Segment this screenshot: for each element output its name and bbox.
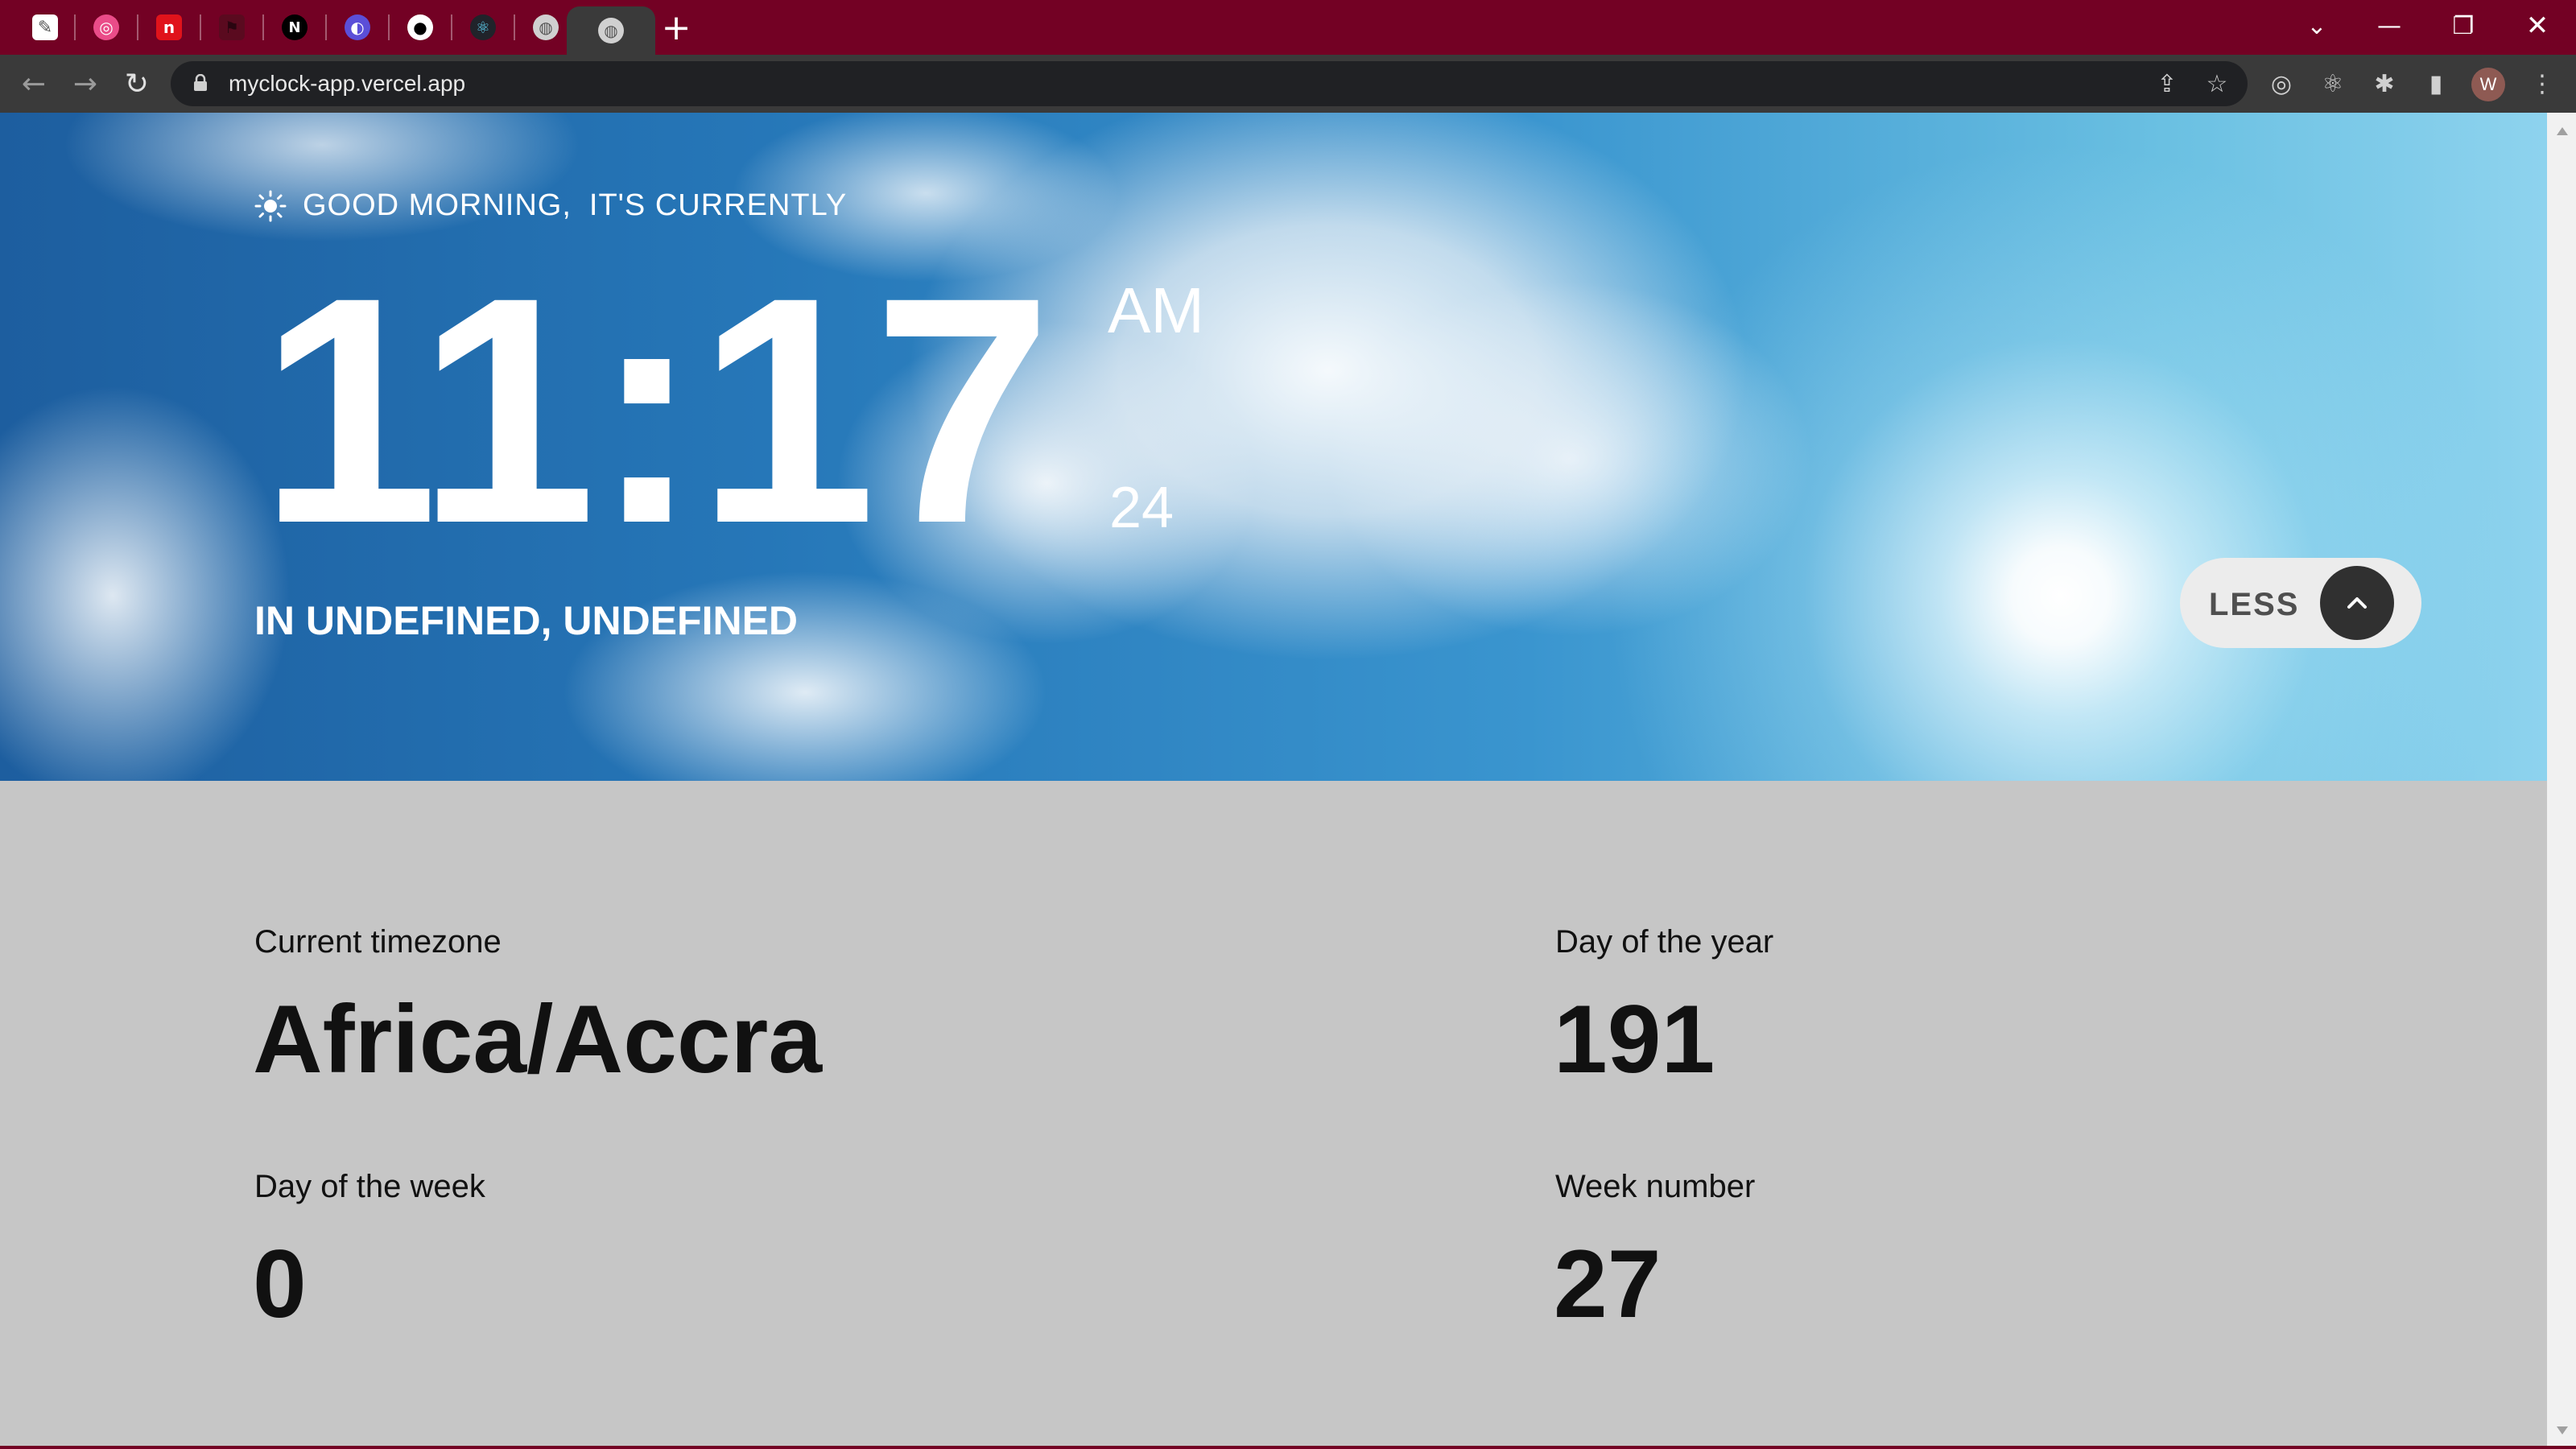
back-arrow-icon: ← (21, 67, 47, 101)
seconds: 24 (1109, 476, 1174, 540)
tab-note[interactable]: ✎ (24, 8, 66, 47)
timezone-value: Africa/Accra (253, 985, 823, 1093)
extension-react-icon[interactable]: ⚛ (2315, 66, 2351, 101)
address-bar[interactable]: myclock-app.vercel.app ⇪ ☆ (171, 61, 2248, 106)
reload-icon: ↻ (124, 67, 150, 101)
less-label: LESS (2209, 587, 2300, 622)
less-button[interactable]: LESS (2180, 558, 2421, 648)
globe-icon: ◍ (598, 18, 624, 43)
page-scrollbar[interactable] (2547, 113, 2576, 1449)
next-js-icon: N (282, 14, 308, 40)
hero-section: GOOD MORNING, IT'S CURRENTLY 11:17 AM 24… (0, 113, 2547, 781)
dribbble-icon: ◎ (93, 14, 119, 40)
flag-icon: ⚑ (219, 14, 245, 40)
react-icon: ⚛ (470, 14, 496, 40)
week-number-value: 27 (1554, 1230, 1662, 1338)
note-icon: ✎ (32, 14, 58, 40)
tab-github[interactable]: ● (399, 8, 441, 47)
chevron-up-icon (2320, 566, 2394, 640)
location: IN UNDEFINED, UNDEFINED (254, 598, 799, 643)
tab-app-red[interactable]: n (148, 8, 190, 47)
tab-search-button[interactable]: ⌄ (2285, 6, 2349, 45)
greeting-text: GOOD MORNING, (303, 188, 572, 222)
scroll-up-icon[interactable] (2557, 127, 2568, 135)
tab-react[interactable]: ⚛ (462, 8, 504, 47)
week-number-label: Week number (1555, 1169, 1756, 1204)
greeting: GOOD MORNING, IT'S CURRENTLY (254, 188, 847, 223)
more-menu-icon[interactable]: ⋮ (2524, 66, 2560, 101)
ring-icon: ◐ (345, 14, 370, 40)
lock-icon (194, 74, 207, 91)
extension-target-icon[interactable]: ◎ (2264, 66, 2299, 101)
browser-tab-bar: ✎ ◎ n ⚑ N ◐ ● ⚛ ◍ ◍ + ⌄ — ❐ ✕ (0, 0, 2576, 55)
details-panel: Current timezone Africa/Accra Day of the… (0, 781, 2547, 1449)
day-of-week-value: 0 (253, 1230, 307, 1338)
minimize-icon: — (2377, 11, 2401, 40)
chevron-down-icon: ⌄ (2306, 11, 2327, 40)
close-icon: ✕ (2525, 10, 2549, 42)
sun-icon (254, 190, 287, 221)
window-bottom-border (0, 1446, 2576, 1449)
day-of-year-label: Day of the year (1555, 924, 1774, 960)
extensions-puzzle-icon[interactable]: ✱ (2367, 66, 2402, 101)
currently-text: IT'S CURRENTLY (588, 188, 848, 222)
restore-button[interactable]: ❐ (2431, 6, 2496, 45)
scroll-down-icon[interactable] (2557, 1426, 2568, 1435)
url-text: myclock-app.vercel.app (229, 71, 466, 96)
meridiem: AM (1108, 275, 1204, 346)
minimize-button[interactable]: — (2357, 6, 2421, 45)
tab-next-js[interactable]: N (274, 8, 316, 47)
side-panel-icon[interactable]: ▮ (2418, 66, 2454, 101)
globe-icon: ◍ (533, 14, 559, 40)
bookmark-star-icon[interactable]: ☆ (2199, 66, 2235, 101)
back-button[interactable]: ← (13, 63, 55, 105)
tab-active-myclock[interactable]: ◍ (567, 6, 655, 55)
profile-avatar[interactable]: W (2471, 68, 2505, 101)
day-of-week-label: Day of the week (254, 1169, 485, 1204)
forward-button[interactable]: → (64, 63, 106, 105)
share-icon[interactable]: ⇪ (2149, 66, 2185, 101)
tab-ring[interactable]: ◐ (336, 8, 378, 47)
timezone-label: Current timezone (254, 924, 502, 960)
current-time: 11:17 (259, 230, 1052, 590)
plus-icon: + (661, 6, 691, 48)
browser-toolbar: ← → ↻ myclock-app.vercel.app ⇪ ☆ ◎ ⚛ ✱ ▮… (0, 55, 2576, 113)
day-of-year-value: 191 (1554, 985, 1715, 1093)
restore-icon: ❐ (2452, 11, 2475, 40)
tab-flag[interactable]: ⚑ (211, 8, 253, 47)
forward-arrow-icon: → (72, 67, 98, 101)
tab-globe[interactable]: ◍ (525, 8, 567, 47)
github-icon: ● (407, 14, 433, 40)
new-tab-button[interactable]: + (654, 6, 699, 48)
reload-button[interactable]: ↻ (116, 63, 158, 105)
tab-dribbble[interactable]: ◎ (85, 8, 127, 47)
app-red-icon: n (156, 14, 182, 40)
close-button[interactable]: ✕ (2505, 6, 2570, 45)
